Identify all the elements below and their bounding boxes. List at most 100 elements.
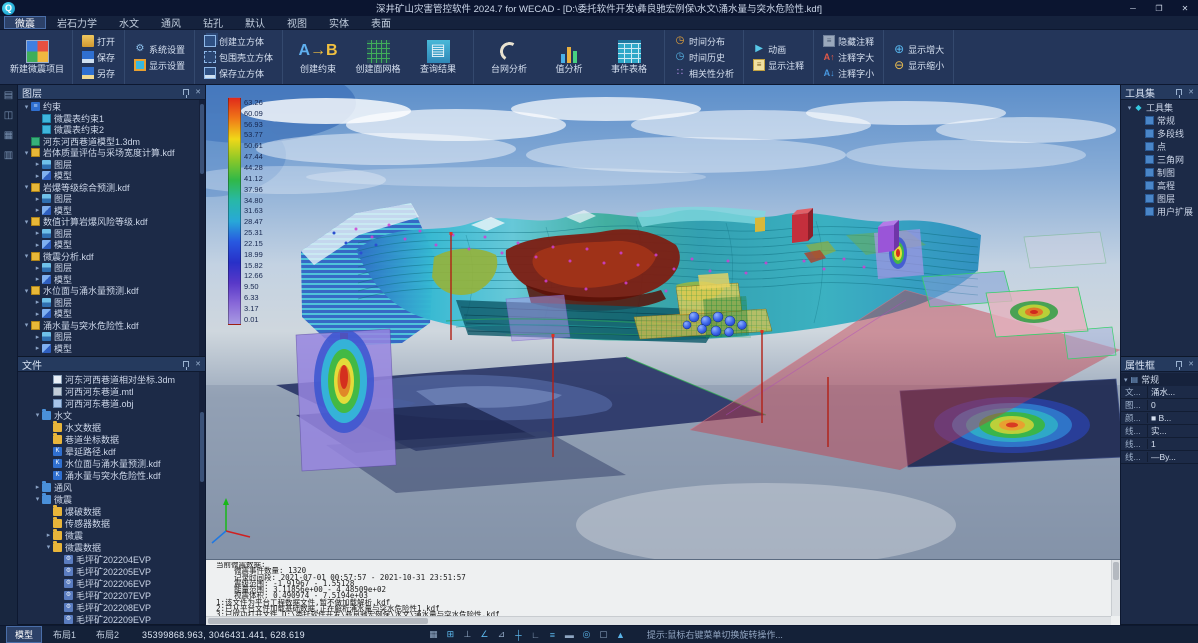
ribbon-button[interactable]: 保存 bbox=[79, 50, 118, 65]
ribbon-button[interactable]: 查询结果 bbox=[409, 37, 467, 77]
layer-tree-item[interactable]: ▾水位面与涌水量预测.kdf bbox=[18, 285, 205, 297]
file-tree-item[interactable]: 毛坪矿202209EVP bbox=[18, 613, 205, 624]
file-tree-item[interactable]: 涌水量与突水危险性.kdf bbox=[18, 469, 205, 481]
ribbon-button[interactable]: 时间分布 bbox=[671, 34, 737, 49]
expander-icon[interactable]: ▾ bbox=[1125, 104, 1134, 112]
file-tree-item[interactable]: ▾微震 bbox=[18, 493, 205, 505]
toolset-tree-item[interactable]: ▾工具集 bbox=[1121, 101, 1198, 114]
menu-tab[interactable]: 微震 bbox=[4, 16, 46, 29]
layer-tree-item[interactable]: ▾微震分析.kdf bbox=[18, 251, 205, 263]
panel-project-icon[interactable] bbox=[3, 89, 15, 101]
ribbon-button[interactable]: 系统设置 bbox=[131, 42, 188, 57]
toolset-tree-item[interactable]: 用户扩展 bbox=[1121, 205, 1198, 218]
layer-tree-item[interactable]: ▾岩体质量评估与采场宽度计算.kdf bbox=[18, 147, 205, 159]
ribbon-button[interactable]: 注释字大 bbox=[820, 50, 877, 65]
property-row[interactable]: 线...实... bbox=[1121, 425, 1198, 438]
layer-tree-item[interactable]: ▸模型 bbox=[18, 274, 205, 286]
layer-tree-item[interactable]: ▸图层 bbox=[18, 193, 205, 205]
property-row[interactable]: 颜...■ B... bbox=[1121, 412, 1198, 425]
file-tree-item[interactable]: ▾微震数据 bbox=[18, 541, 205, 553]
close-icon[interactable] bbox=[195, 360, 201, 368]
ribbon-button[interactable]: 相关性分析 bbox=[671, 66, 737, 81]
menu-tab[interactable]: 通风 bbox=[150, 16, 192, 29]
panel-layers-icon[interactable] bbox=[3, 109, 15, 121]
toolset-tree-item[interactable]: 高程 bbox=[1121, 179, 1198, 192]
toolset-tree-item[interactable]: 图层 bbox=[1121, 192, 1198, 205]
file-tree-item[interactable]: 爆破数据 bbox=[18, 505, 205, 517]
file-tree-item[interactable]: 毛坪矿202206EVP bbox=[18, 577, 205, 589]
file-tree-item[interactable]: 水位面与涌水量预测.kdf bbox=[18, 457, 205, 469]
toolset-tree-item[interactable]: 多段线 bbox=[1121, 127, 1198, 140]
file-tree-item[interactable]: 传感器数据 bbox=[18, 517, 205, 529]
maximize-button[interactable]: ❐ bbox=[1146, 0, 1172, 16]
expander-icon[interactable]: ▸ bbox=[33, 172, 42, 180]
s-lwt-icon[interactable] bbox=[563, 628, 576, 641]
file-tree-item[interactable]: 水文数据 bbox=[18, 421, 205, 433]
file-tree-item[interactable]: 河东河西巷道相对坐标.3dm bbox=[18, 373, 205, 385]
file-tree-item[interactable]: 毛坪矿202204EVP bbox=[18, 553, 205, 565]
layer-tree-item[interactable]: ▸图层 bbox=[18, 228, 205, 240]
menu-tab[interactable]: 表面 bbox=[360, 16, 402, 29]
s-dyn-icon[interactable] bbox=[546, 628, 559, 641]
close-icon[interactable] bbox=[1188, 360, 1194, 368]
layer-tree-item[interactable]: ▸模型 bbox=[18, 343, 205, 355]
layer-tree-item[interactable]: 河东河西巷道模型1.3dm bbox=[18, 136, 205, 148]
ribbon-button[interactable]: 创建约束 bbox=[289, 37, 347, 77]
ribbon-button[interactable]: 创建立方体 bbox=[201, 34, 276, 49]
file-tree-item[interactable]: 毛坪矿202208EVP bbox=[18, 601, 205, 613]
s-osnap-icon[interactable] bbox=[495, 628, 508, 641]
ribbon-button[interactable]: 显示注释 bbox=[750, 58, 807, 73]
s-sel-icon[interactable] bbox=[597, 628, 610, 641]
pin-icon[interactable] bbox=[183, 89, 189, 95]
layer-tree-item[interactable]: ▾数值计算岩爆风险等级.kdf bbox=[18, 216, 205, 228]
pin-icon[interactable] bbox=[1176, 361, 1182, 367]
file-tree-item[interactable]: 晕延路径.kdf bbox=[18, 445, 205, 457]
expander-icon[interactable]: ▸ bbox=[33, 344, 42, 352]
s-annot-icon[interactable] bbox=[614, 628, 627, 641]
expander-icon[interactable]: ▾ bbox=[22, 252, 31, 260]
space-tab[interactable]: 模型 bbox=[6, 626, 42, 643]
layer-tree-item[interactable]: ▸图层 bbox=[18, 297, 205, 309]
panel-view-icon[interactable] bbox=[3, 129, 15, 141]
layer-tree-item[interactable]: 微震表约束2 bbox=[18, 124, 205, 136]
menu-tab[interactable]: 视图 bbox=[276, 16, 318, 29]
pin-icon[interactable] bbox=[183, 361, 189, 367]
layer-tree-item[interactable]: ▸模型 bbox=[18, 205, 205, 217]
expander-icon[interactable]: ▸ bbox=[33, 333, 42, 341]
expander-icon[interactable]: ▸ bbox=[33, 160, 42, 168]
toolset-tree-item[interactable]: 点 bbox=[1121, 140, 1198, 153]
s-quick-icon[interactable] bbox=[580, 628, 593, 641]
menu-tab[interactable]: 实体 bbox=[318, 16, 360, 29]
layer-tree-item[interactable]: ▸图层 bbox=[18, 159, 205, 171]
close-icon[interactable] bbox=[1188, 88, 1194, 96]
viewport-3d[interactable]: 63.2660.0956.9353.7750.6147.4444.2841.12… bbox=[206, 85, 1120, 559]
expander-icon[interactable]: ▾ bbox=[22, 287, 31, 295]
ribbon-button[interactable]: 创建面网格 bbox=[349, 37, 407, 77]
expander-icon[interactable]: ▸ bbox=[44, 531, 53, 539]
ribbon-button[interactable]: 注释字小 bbox=[820, 66, 877, 81]
ribbon-button[interactable]: 显示增大 bbox=[890, 42, 947, 57]
property-row[interactable]: 线...1 bbox=[1121, 438, 1198, 451]
ribbon-button[interactable]: 动画 bbox=[750, 42, 807, 57]
panel-chart-icon[interactable] bbox=[3, 149, 15, 161]
layer-tree-item[interactable]: 微震表约束1 bbox=[18, 113, 205, 125]
file-tree-item[interactable]: 河西河东巷道.obj bbox=[18, 397, 205, 409]
expander-icon[interactable]: ▾ bbox=[22, 183, 31, 191]
s-snap-icon[interactable] bbox=[444, 628, 457, 641]
expander-icon[interactable]: ▸ bbox=[33, 229, 42, 237]
s-track-icon[interactable] bbox=[512, 628, 525, 641]
ribbon-button[interactable]: 事件表格 bbox=[600, 37, 658, 77]
close-icon[interactable] bbox=[195, 88, 201, 96]
expander-icon[interactable]: ▸ bbox=[33, 241, 42, 249]
console-panel[interactable]: 当前微震数据: 微震事件数量: 1320 记录时间段: 2021-07-01 0… bbox=[206, 559, 1120, 625]
s-grid-icon[interactable] bbox=[427, 628, 440, 641]
space-tab[interactable]: 布局1 bbox=[44, 626, 85, 643]
property-row[interactable]: 文...涌水... bbox=[1121, 386, 1198, 399]
close-button[interactable]: ✕ bbox=[1172, 0, 1198, 16]
ribbon-button[interactable]: 隐藏注释 bbox=[820, 34, 877, 49]
menu-tab[interactable]: 默认 bbox=[234, 16, 276, 29]
expander-icon[interactable]: ▸ bbox=[33, 206, 42, 214]
toolset-tree-item[interactable]: 常规 bbox=[1121, 114, 1198, 127]
layer-tree-item[interactable]: ▾约束 bbox=[18, 101, 205, 113]
layer-tree-item[interactable]: ▸模型 bbox=[18, 308, 205, 320]
